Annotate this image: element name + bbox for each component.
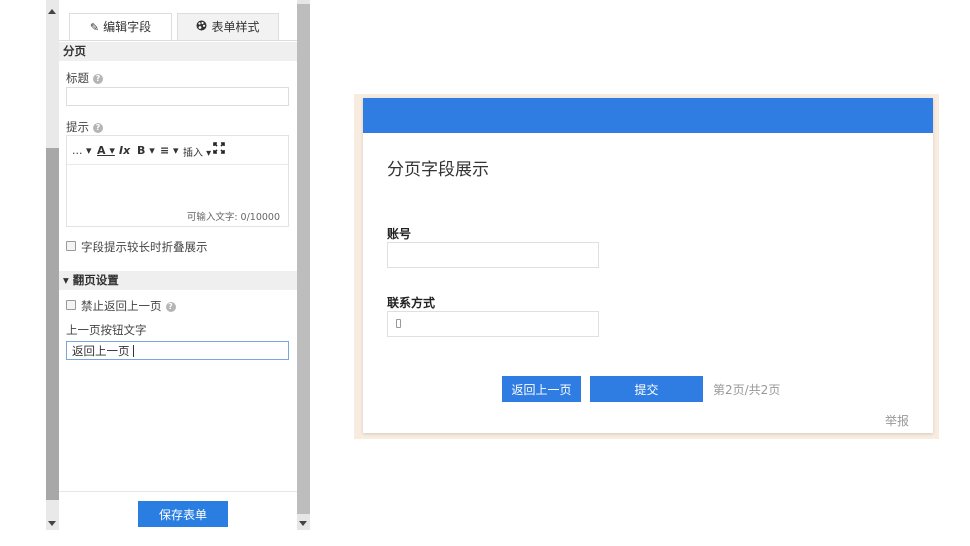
align-button[interactable]: ≡ ▾ bbox=[160, 144, 179, 157]
insert-text: 插入 bbox=[183, 148, 203, 159]
form-preview-card: 分页字段展示 账号 联系方式 返回上一页 提交 第2页/共2页 举报 bbox=[363, 98, 933, 433]
clear-format-text: Ix bbox=[119, 144, 131, 157]
hint-label: 提示? bbox=[66, 119, 103, 135]
footer-divider bbox=[59, 491, 297, 492]
title-input[interactable] bbox=[66, 87, 289, 106]
help-icon[interactable]: ? bbox=[93, 123, 103, 133]
help-icon[interactable]: ? bbox=[165, 302, 176, 312]
pencil-icon: ✎ bbox=[89, 21, 100, 34]
caret-down-icon: ▾ bbox=[63, 273, 69, 287]
bold-text: B bbox=[137, 144, 146, 157]
font-color-text: A bbox=[97, 144, 106, 157]
checkbox[interactable] bbox=[66, 241, 76, 251]
bold-button[interactable]: B ▾ bbox=[137, 144, 155, 157]
tab-edit-field[interactable]: ✎ 编辑字段 bbox=[69, 13, 172, 40]
char-count: 可输入文字: 0/10000 bbox=[186, 212, 280, 223]
editor-tabs: ✎ 编辑字段 表单样式 bbox=[59, 7, 297, 41]
form-title: 分页字段展示 bbox=[387, 160, 489, 180]
section-paging-header[interactable]: ▾ 翻页设置 bbox=[59, 271, 297, 290]
scrollbar-thumb[interactable] bbox=[46, 148, 59, 500]
prev-button-text-label: 上一页按钮文字 bbox=[66, 323, 147, 337]
account-input[interactable] bbox=[387, 242, 599, 268]
prev-button-text-input[interactable]: 返回上一页 bbox=[66, 341, 289, 360]
scroll-down-icon[interactable] bbox=[48, 521, 56, 526]
collapse-hint-text: 字段提示较长时折叠展示 bbox=[81, 240, 208, 254]
scroll-down-icon[interactable] bbox=[299, 521, 307, 526]
contact-label: 联系方式 bbox=[387, 296, 436, 310]
form-preview-area: 分页字段展示 账号 联系方式 返回上一页 提交 第2页/共2页 举报 bbox=[354, 94, 939, 439]
prev-page-button[interactable]: 返回上一页 bbox=[502, 376, 581, 402]
title-label: 标题? bbox=[66, 70, 103, 86]
submit-button[interactable]: 提交 bbox=[590, 376, 703, 402]
rte-toolbar: ... ▾ A ▾ Ix B ▾ ≡ ▾ 插入 ▾ bbox=[67, 136, 288, 165]
checkbox[interactable] bbox=[66, 300, 76, 310]
fullscreen-icon[interactable] bbox=[213, 142, 225, 157]
outer-scrollbar[interactable] bbox=[46, 0, 59, 530]
form-banner bbox=[363, 98, 933, 133]
scroll-up-icon[interactable] bbox=[48, 9, 56, 14]
text-caret bbox=[133, 345, 134, 357]
phone-icon bbox=[396, 319, 401, 328]
tab-form-style-label: 表单样式 bbox=[211, 20, 260, 34]
insert-button[interactable]: 插入 ▾ bbox=[183, 144, 211, 159]
title-label-text: 标题 bbox=[66, 71, 89, 85]
help-icon[interactable]: ? bbox=[93, 74, 103, 84]
tab-edit-field-label: 编辑字段 bbox=[103, 20, 152, 34]
section-page-header: 分页 bbox=[59, 42, 297, 61]
contact-input[interactable] bbox=[387, 311, 599, 337]
page-indicator: 第2页/共2页 bbox=[713, 383, 781, 397]
scrollbar-thumb[interactable] bbox=[297, 4, 310, 514]
prev-button-text-value: 返回上一页 bbox=[72, 344, 130, 358]
palette-icon bbox=[196, 14, 207, 41]
more-dropdown[interactable]: ... ▾ bbox=[72, 144, 92, 157]
hint-rich-text-editor[interactable]: ... ▾ A ▾ Ix B ▾ ≡ ▾ 插入 ▾ 可输入文字: 0/10000 bbox=[66, 135, 289, 227]
save-form-button[interactable]: 保存表单 bbox=[138, 501, 228, 527]
font-color-button[interactable]: A ▾ bbox=[97, 144, 115, 157]
field-editor-panel: ✎ 编辑字段 表单样式 分页 标题? 提示? ... ▾ A ▾ Ix B ▾ ≡… bbox=[59, 0, 297, 530]
collapse-hint-option[interactable]: 字段提示较长时折叠展示 bbox=[66, 239, 208, 255]
more-text: ... bbox=[72, 144, 83, 157]
disable-back-option[interactable]: 禁止返回上一页? bbox=[66, 298, 176, 314]
clear-format-button[interactable]: Ix bbox=[119, 144, 130, 157]
editor-scrollbar[interactable] bbox=[297, 0, 310, 530]
tab-form-style[interactable]: 表单样式 bbox=[177, 13, 279, 40]
hint-label-text: 提示 bbox=[66, 120, 89, 134]
report-link[interactable]: 举报 bbox=[885, 412, 909, 429]
disable-back-text: 禁止返回上一页 bbox=[81, 299, 162, 313]
account-label: 账号 bbox=[387, 227, 412, 241]
align-text: ≡ bbox=[160, 144, 170, 157]
section-paging-text: 翻页设置 bbox=[72, 273, 119, 287]
